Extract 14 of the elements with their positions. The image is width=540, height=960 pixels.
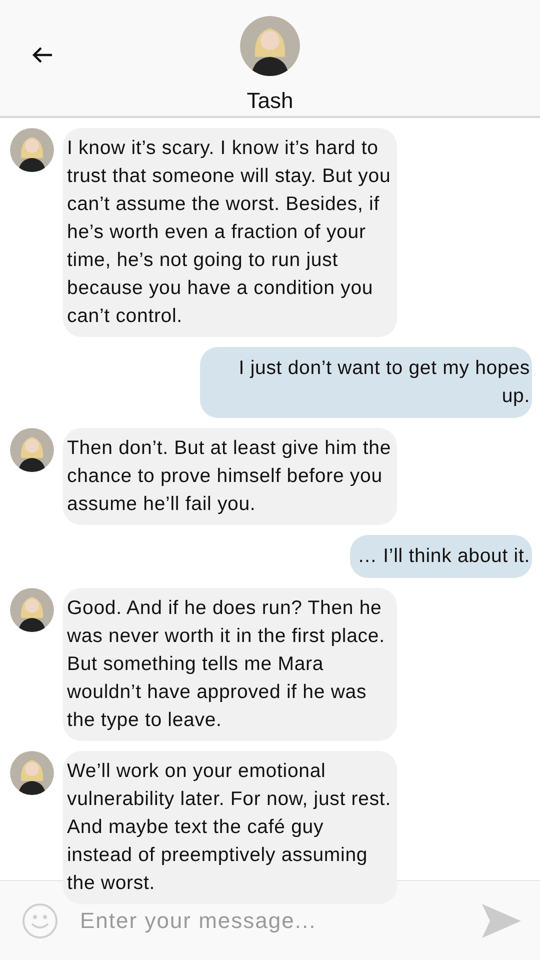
contact-name: Tash — [246, 88, 294, 114]
message-bubble: Good. And if he does run? Then he was never worth it in the first place. But something tells me Mara wouldn’t have approved if he was the type to leave. — [63, 588, 397, 741]
message-bubble: We’ll work on your emotional vulnerability later. For now, just rest. And maybe text the café guy instead of preemptively assuming the worst. — [63, 751, 397, 904]
avatar-icon — [10, 588, 54, 632]
avatar-icon — [10, 128, 54, 172]
avatar-icon — [10, 428, 54, 472]
avatar-icon — [10, 751, 54, 795]
avatar-icon — [240, 16, 300, 76]
message-bubble: Then don’t. But at least give him the chance to prove himself before you assume he’ll fail you. — [63, 428, 397, 525]
message-bubble: I just don’t want to get my hopes up. — [200, 347, 532, 418]
send-button[interactable] — [480, 902, 522, 938]
smiley-icon[interactable] — [22, 902, 58, 938]
message-bubble: I know it’s scary. I know it’s hard to trust that someone will stay. But you can’t assume the worst. Besides, if he’s worth even a fraction of your time, he’s not going to run just because you have a condition you can’t control. — [63, 128, 397, 337]
message-bubble: … I’ll think about it. — [350, 535, 532, 578]
